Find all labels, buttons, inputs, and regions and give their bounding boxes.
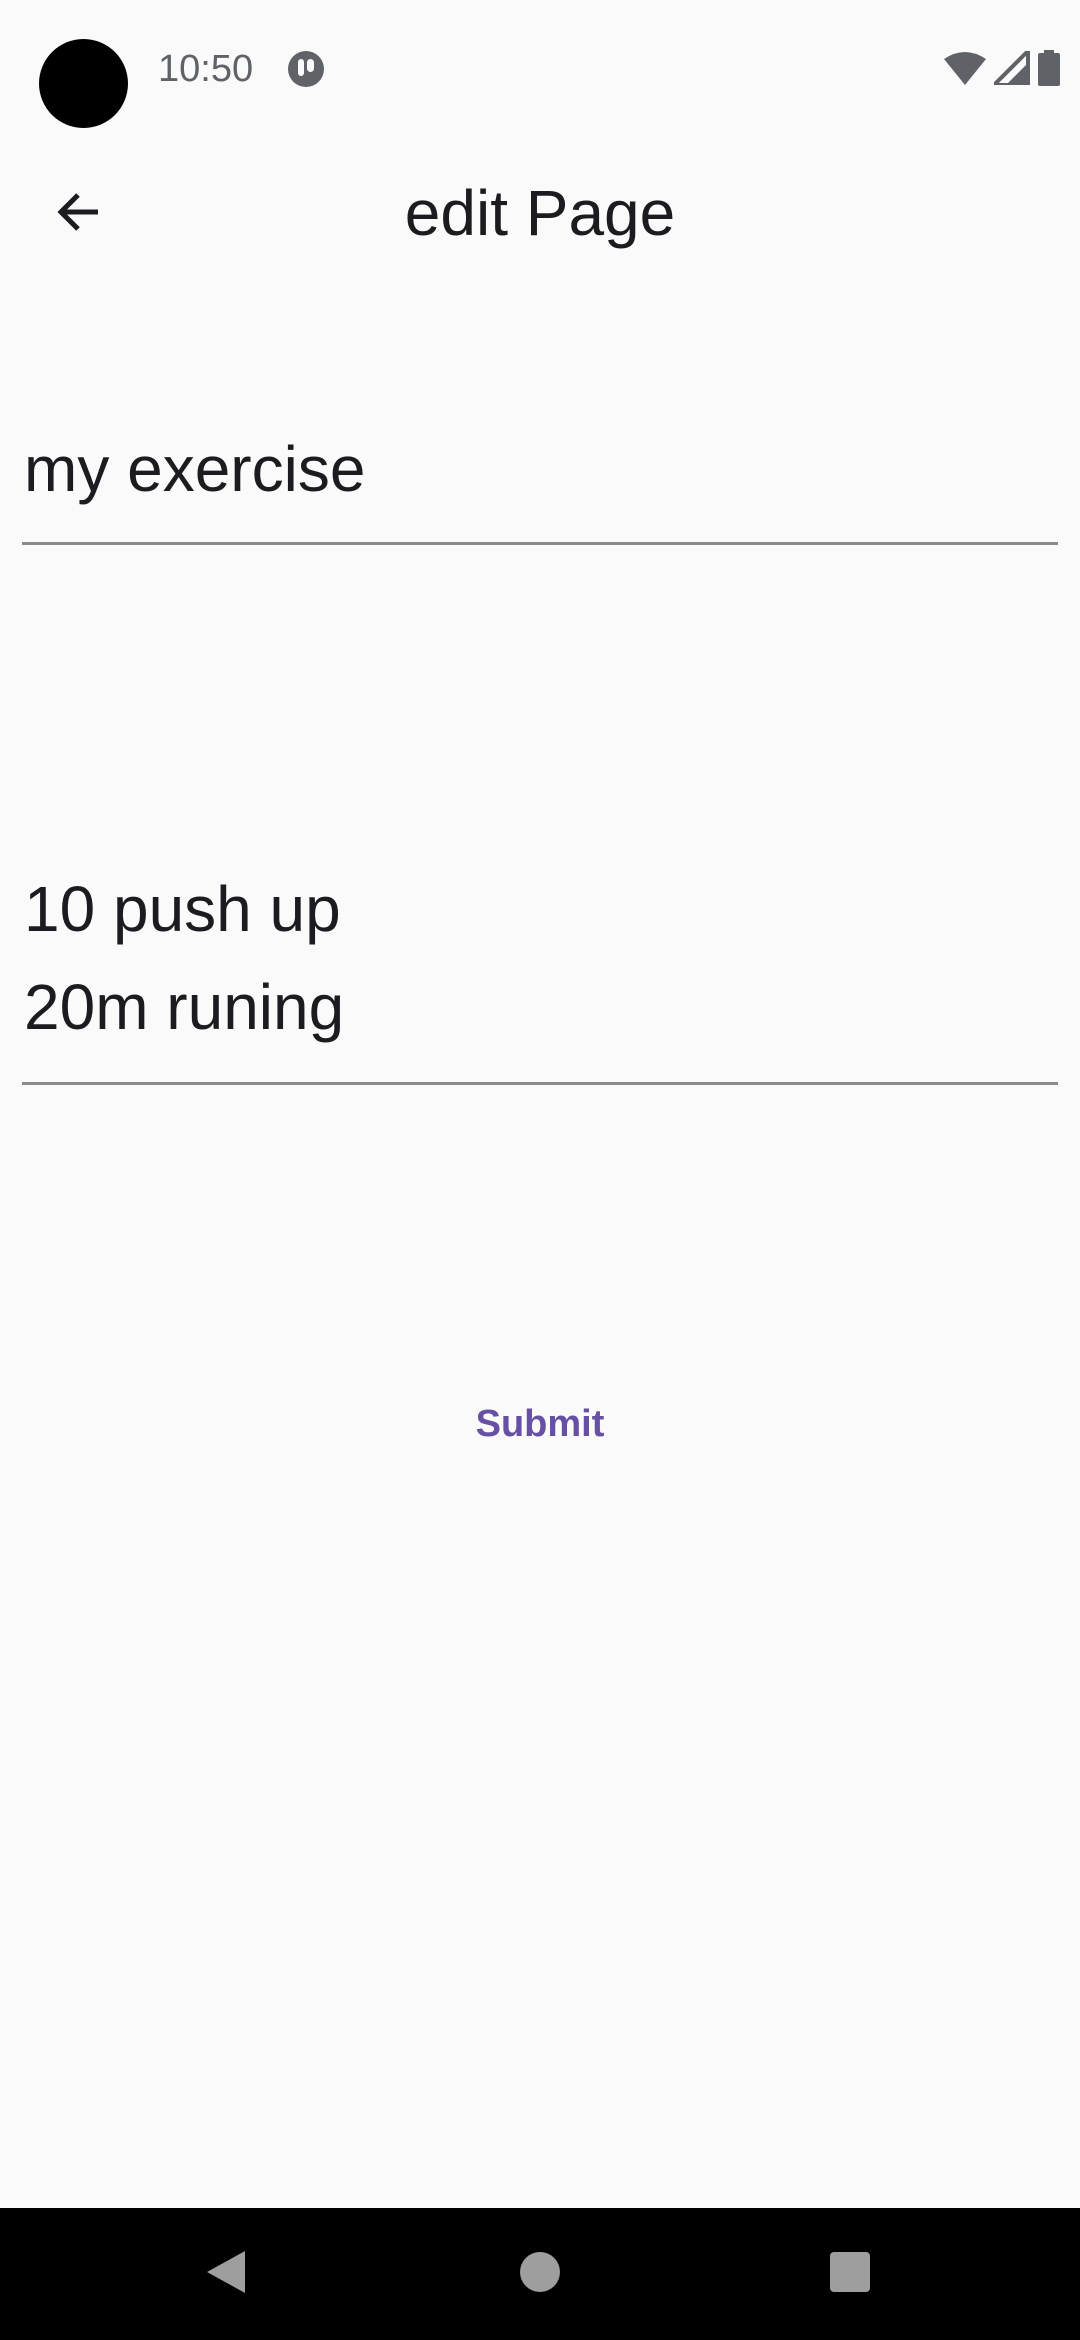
nav-recents-button[interactable] bbox=[810, 2234, 890, 2314]
system-nav-bar bbox=[0, 2208, 1080, 2340]
battery-icon bbox=[1038, 50, 1060, 86]
body-field[interactable]: 10 push up 20m runing bbox=[22, 860, 1058, 1085]
submit-button[interactable]: Submit bbox=[440, 1384, 640, 1464]
status-bar: 10:50 bbox=[0, 0, 1080, 140]
status-time: 10:50 bbox=[158, 48, 254, 90]
nav-back-icon bbox=[203, 2249, 249, 2300]
title-field-value[interactable]: my exercise bbox=[24, 420, 365, 518]
signal-icon bbox=[994, 51, 1030, 85]
nav-recents-icon bbox=[828, 2250, 872, 2299]
nav-home-icon bbox=[519, 2251, 561, 2298]
status-icons bbox=[944, 48, 1060, 88]
camera-cutout bbox=[39, 39, 128, 128]
app-notification-icon bbox=[287, 50, 325, 88]
page-title: edit Page bbox=[404, 177, 676, 249]
submit-label: Submit bbox=[475, 1402, 605, 1445]
title-field[interactable]: my exercise bbox=[22, 420, 1058, 545]
nav-home-button[interactable] bbox=[500, 2234, 580, 2314]
body-field-value[interactable]: 10 push up 20m runing bbox=[24, 860, 344, 1056]
wifi-icon bbox=[944, 51, 986, 85]
nav-back-button[interactable] bbox=[186, 2234, 266, 2314]
app-bar: edit Page bbox=[0, 140, 1080, 284]
